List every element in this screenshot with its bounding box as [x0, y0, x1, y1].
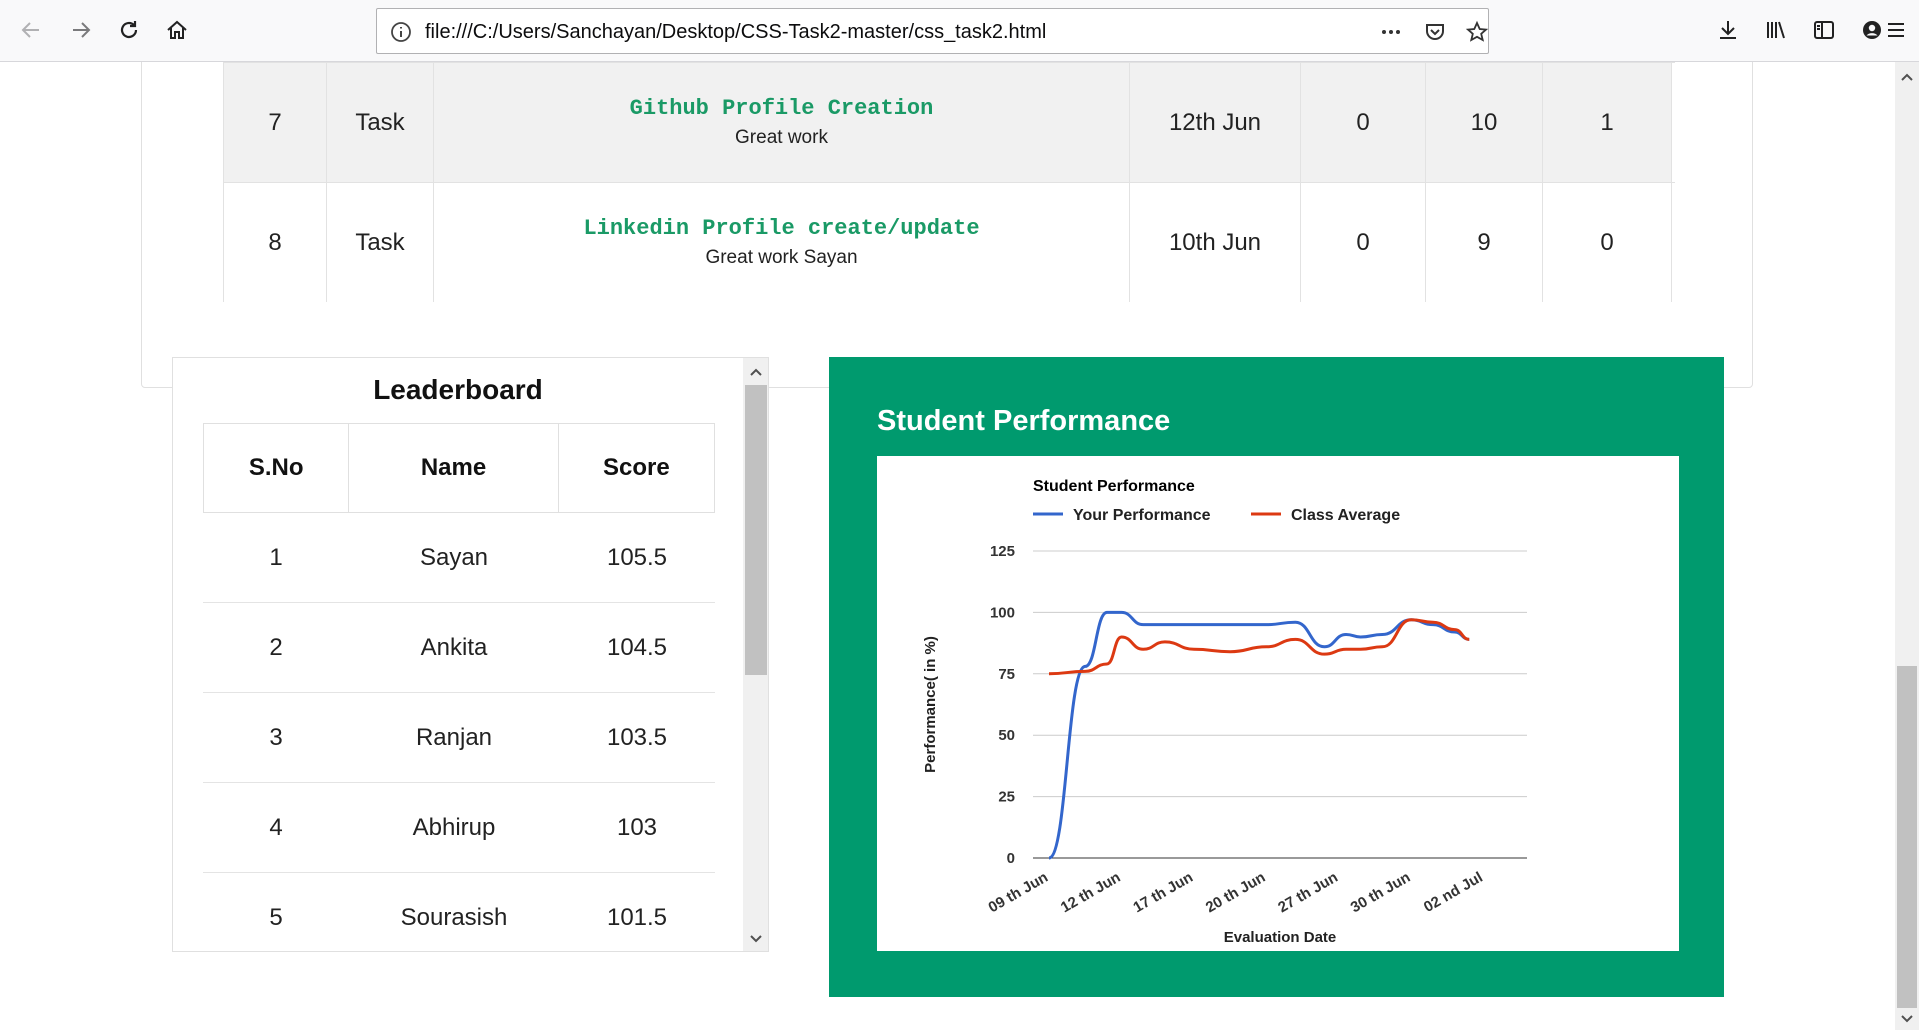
reload-icon[interactable] [110, 11, 148, 49]
row-score: 103.5 [606, 723, 668, 751]
row-sno: 1 [269, 543, 283, 571]
y-tick-label: 100 [990, 604, 1015, 621]
leaderboard-panel[interactable]: Leaderboard S.No Name Score 1 Sayan 105.… [172, 357, 769, 952]
sidebar-icon[interactable] [1805, 11, 1843, 49]
chart-title: Student Performance [1033, 478, 1195, 495]
url-bar[interactable]: file:///C:/Users/Sanchayan/Desktop/CSS-T… [376, 8, 1489, 54]
row-score: 103 [616, 813, 658, 841]
bookmark-star-icon[interactable] [1465, 20, 1489, 44]
task-comment: Great work Sayan [705, 247, 858, 268]
leaderboard-row: 1 Sayan 105.5 [203, 513, 715, 603]
line-chart: Student Performance Your Performance Class… [922, 478, 1527, 946]
header-score: Score [602, 454, 670, 481]
task-col-a: 0 [1301, 183, 1426, 302]
leaderboard-row: 5 Sourasish 101.5 [203, 873, 715, 951]
legend-label: Your Performance [1073, 507, 1211, 524]
task-table-card: 7 Task Github Profile Creation Great wor… [141, 62, 1753, 388]
back-icon[interactable] [12, 11, 50, 49]
page-content: 7 Task Github Profile Creation Great wor… [0, 62, 1895, 1030]
y-tick-label: 0 [1007, 850, 1015, 867]
download-icon[interactable] [1709, 11, 1747, 49]
task-comment: Great work [735, 127, 828, 148]
row-name: Sayan [419, 543, 489, 571]
leaderboard-title: Leaderboard [373, 374, 543, 405]
row-name: Ranjan [415, 723, 493, 751]
page-scrollbar[interactable] [1895, 62, 1919, 1030]
task-title-cell: Linkedin Profile create/update Great wor… [434, 183, 1130, 302]
x-tick-label: 12 th Jun [1058, 869, 1124, 917]
y-tick-label: 125 [990, 543, 1015, 560]
leaderboard-scrollbar[interactable] [743, 358, 768, 951]
scrollbar-thumb[interactable] [1897, 666, 1917, 1008]
table-row: 8 Task Linkedin Profile create/update Gr… [223, 183, 1672, 302]
task-col-b: 10 [1426, 63, 1543, 182]
performance-title: Student Performance [877, 405, 1171, 437]
y-tick-label: 75 [998, 666, 1015, 683]
leaderboard-row: 3 Ranjan 103.5 [203, 693, 715, 783]
legend-label: Class Average [1291, 507, 1400, 524]
library-icon[interactable] [1757, 11, 1795, 49]
task-type: Task [327, 63, 434, 182]
leaderboard-row: 4 Abhirup 103 [203, 783, 715, 873]
y-axis-title: Performance( in %) [922, 636, 939, 773]
row-name: Sourasish [400, 903, 508, 931]
task-type: Task [327, 183, 434, 302]
leaderboard-header: S.No Name Score [203, 423, 715, 513]
scroll-down-icon[interactable] [1895, 1008, 1919, 1030]
task-date: 12th Jun [1130, 63, 1301, 182]
row-name: Ankita [420, 633, 488, 661]
task-title[interactable]: Github Profile Creation [630, 96, 934, 121]
scroll-up-icon[interactable] [743, 360, 768, 384]
url-text[interactable]: file:///C:/Users/Sanchayan/Desktop/CSS-T… [425, 21, 1046, 44]
menu-icon[interactable] [1876, 11, 1916, 49]
x-tick-label: 02 nd Jul [1421, 869, 1486, 916]
task-col-c: 0 [1543, 183, 1672, 302]
task-col-a: 0 [1301, 63, 1426, 182]
more-icon[interactable] [1379, 20, 1403, 44]
x-axis-title: Evaluation Date [1224, 929, 1337, 946]
leaderboard-row: 2 Ankita 104.5 [203, 603, 715, 693]
task-no: 8 [223, 183, 327, 302]
scroll-down-icon[interactable] [743, 927, 768, 951]
performance-panel: Student Performance Student Performance Y… [829, 357, 1724, 997]
task-title-cell: Github Profile Creation Great work [434, 63, 1130, 182]
forward-icon[interactable] [62, 11, 100, 49]
x-tick-label: 17 th Jun [1130, 869, 1196, 917]
row-sno: 5 [269, 903, 283, 931]
task-title[interactable]: Linkedin Profile create/update [583, 216, 979, 241]
row-score: 101.5 [606, 903, 668, 931]
row-sno: 4 [269, 813, 283, 841]
header-sno: S.No [204, 424, 350, 512]
row-score: 104.5 [606, 633, 668, 661]
task-date: 10th Jun [1130, 183, 1301, 302]
y-tick-label: 50 [998, 727, 1015, 744]
task-col-c: 1 [1543, 63, 1672, 182]
task-col-b: 9 [1426, 183, 1543, 302]
x-tick-label: 20 th Jun [1203, 869, 1269, 917]
home-icon[interactable] [158, 11, 196, 49]
y-tick-label: 25 [998, 789, 1015, 806]
x-tick-label: 30 th Jun [1348, 869, 1414, 917]
header-name: Name [349, 424, 559, 512]
x-tick-label: 27 th Jun [1275, 869, 1341, 917]
row-score: 105.5 [606, 543, 668, 571]
pocket-icon[interactable] [1423, 20, 1447, 44]
row-sno: 3 [269, 723, 283, 751]
scroll-up-icon[interactable] [1895, 66, 1919, 88]
task-no: 7 [223, 63, 327, 182]
browser-toolbar: file:///C:/Users/Sanchayan/Desktop/CSS-T… [0, 0, 1919, 62]
chart-container: Student Performance Your Performance Class… [877, 456, 1679, 951]
table-row: 7 Task Github Profile Creation Great wor… [223, 63, 1672, 182]
scrollbar-thumb[interactable] [745, 385, 767, 675]
x-tick-label: 09 th Jun [985, 869, 1051, 917]
info-icon[interactable] [389, 20, 413, 44]
row-sno: 2 [269, 633, 283, 661]
row-name: Abhirup [412, 813, 496, 841]
series-line [1048, 618, 1470, 676]
